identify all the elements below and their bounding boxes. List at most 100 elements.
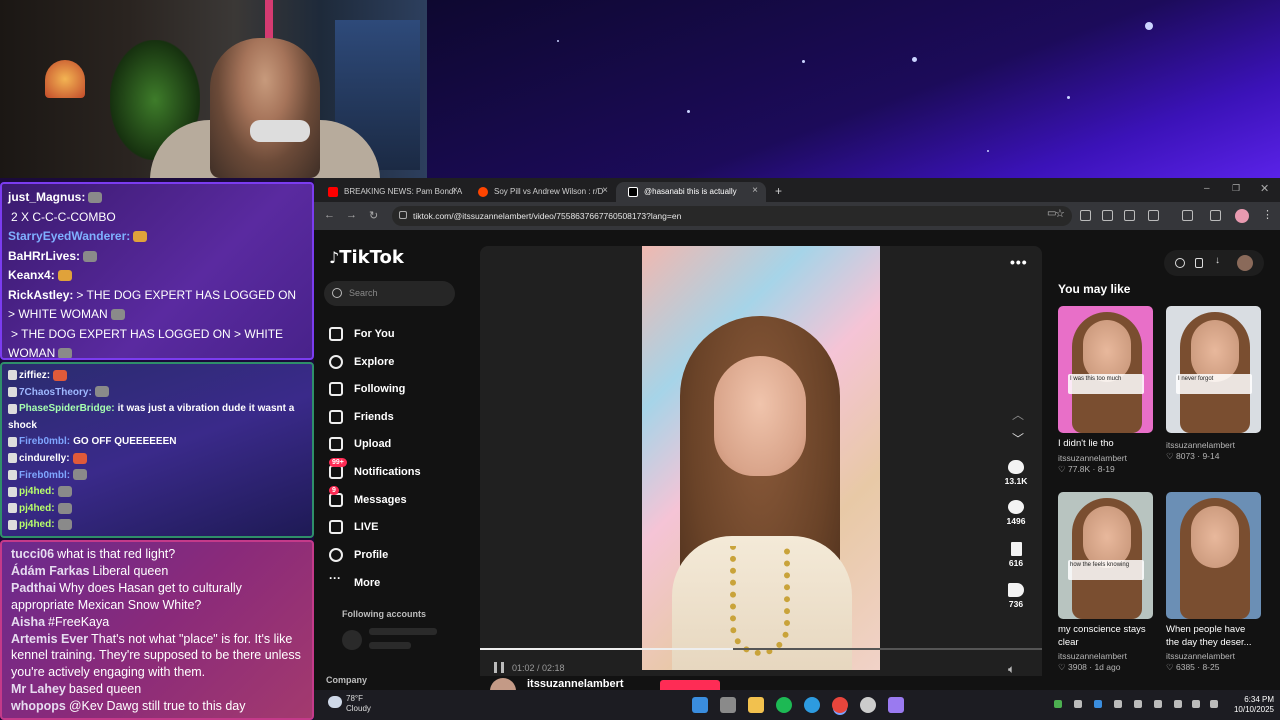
card-title[interactable]: my conscience stays clear: [1058, 624, 1153, 649]
back-icon[interactable]: ←: [324, 209, 335, 221]
tray-icon[interactable]: [1154, 700, 1162, 708]
start-windows-icon[interactable]: [692, 697, 708, 713]
nav-item-upload[interactable]: Upload: [329, 435, 391, 455]
nav-item-explore[interactable]: Explore: [329, 353, 394, 373]
restore-icon[interactable]: ❐: [1232, 183, 1240, 194]
chat-username[interactable]: 7ChaosTheory:: [19, 387, 92, 398]
video-thumbnail[interactable]: [1166, 492, 1261, 619]
video-card[interactable]: I was this too much I didn't lie tho itssu…: [1058, 306, 1153, 475]
search-input[interactable]: Search: [324, 281, 455, 306]
nav-item-for-you[interactable]: For You: [329, 325, 395, 345]
url-input[interactable]: tiktok.com/@itssuzannelambert/video/7558…: [392, 206, 1072, 226]
close-icon[interactable]: ×: [602, 185, 608, 196]
extension-icon[interactable]: [1080, 210, 1091, 221]
like-button[interactable]: 13.1K: [1000, 460, 1032, 486]
device-icon[interactable]: [1195, 258, 1203, 268]
share-button[interactable]: 736: [1000, 583, 1032, 609]
nav-item-messages[interactable]: 9 Messages: [329, 486, 407, 511]
tiktok-logo[interactable]: ♪TikTok: [329, 247, 404, 268]
more-options-icon[interactable]: •••: [1010, 254, 1028, 270]
tray-icon[interactable]: [1114, 700, 1122, 708]
chrome-icon[interactable]: [832, 697, 848, 713]
chat-username[interactable]: RickAstley:: [8, 288, 73, 302]
network-icon[interactable]: [1192, 700, 1200, 708]
chat-username[interactable]: Fireb0mbl:: [19, 436, 70, 447]
chat-username[interactable]: cindurelly:: [19, 453, 70, 464]
menu-kebab-icon[interactable]: ⋮: [1262, 208, 1273, 221]
extension-icon[interactable]: [1124, 210, 1135, 221]
chevron-up-icon[interactable]: ︿: [1012, 406, 1024, 423]
extension-icon[interactable]: [1102, 210, 1113, 221]
spotify-icon[interactable]: [776, 697, 792, 713]
new-tab-button[interactable]: +: [769, 182, 789, 202]
tab-tiktok[interactable]: @hasanabi this is actually ×: [616, 182, 766, 202]
chat-username[interactable]: Padthai: [11, 581, 56, 595]
chat-username[interactable]: whopops: [11, 699, 66, 713]
author-name[interactable]: itssuzannelambert: [527, 678, 624, 690]
card-title[interactable]: When people have the day they deser...: [1166, 624, 1261, 649]
chat-username[interactable]: pj4hed:: [19, 503, 55, 514]
nav-item-live[interactable]: LIVE: [329, 518, 378, 538]
speaker-icon[interactable]: [1210, 700, 1218, 708]
chat-username[interactable]: tucci06: [11, 547, 54, 561]
download-icon[interactable]: ↓: [1215, 255, 1225, 266]
card-title[interactable]: I didn't lie tho: [1058, 438, 1153, 451]
forward-icon[interactable]: →: [346, 209, 357, 221]
nav-item-more[interactable]: ··· More: [329, 571, 380, 594]
task-view-icon[interactable]: [720, 697, 736, 713]
card-author[interactable]: itssuzannelambert: [1058, 453, 1153, 463]
video-card[interactable]: I never forgot itssuzannelambert ♡ 8073 · …: [1166, 306, 1261, 462]
close-icon[interactable]: ×: [452, 185, 458, 196]
video-frame[interactable]: [642, 246, 880, 670]
profile-avatar[interactable]: [1235, 209, 1249, 223]
video-thumbnail[interactable]: I was this too much: [1058, 306, 1153, 433]
chat-username[interactable]: Aisha: [11, 615, 45, 629]
video-card[interactable]: how the feels knowing my conscience stays…: [1058, 492, 1153, 673]
pause-icon[interactable]: [494, 662, 504, 673]
tray-icon[interactable]: [1134, 700, 1142, 708]
tray-icon[interactable]: [1174, 700, 1182, 708]
video-thumbnail[interactable]: I never forgot: [1166, 306, 1261, 433]
tray-icon[interactable]: [1094, 700, 1102, 708]
tray-icon[interactable]: [1074, 700, 1082, 708]
nav-item-friends[interactable]: Friends: [329, 408, 394, 428]
chat-username[interactable]: Fireb0mbl:: [19, 470, 70, 481]
minimize-icon[interactable]: –: [1204, 183, 1210, 194]
weather-widget[interactable]: 78°F Cloudy: [328, 694, 371, 714]
video-card[interactable]: When people have the day they deser... it…: [1166, 492, 1261, 673]
chat-username[interactable]: 42thugger2:: [19, 536, 76, 537]
company-footer[interactable]: Company: [326, 675, 367, 685]
chat-username[interactable]: StarryEyedWanderer:: [8, 229, 130, 243]
chat-username[interactable]: Keanx4:: [8, 268, 55, 282]
sidebar-icon[interactable]: [1182, 210, 1193, 221]
follow-button[interactable]: [660, 680, 720, 690]
chevron-down-icon[interactable]: ﹀: [1012, 430, 1024, 447]
tab-youtube[interactable]: BREAKING NEWS: Pam Bondi A ×: [316, 182, 466, 202]
card-author[interactable]: itssuzannelambert: [1166, 440, 1261, 450]
obs-icon[interactable]: [860, 697, 876, 713]
window-close-icon[interactable]: ✕: [1260, 182, 1269, 195]
volume-icon[interactable]: 🔈︎: [1008, 662, 1015, 677]
chat-username[interactable]: ziffiez:: [19, 370, 50, 381]
chat-username[interactable]: PhaseSpiderBridge:: [19, 403, 115, 414]
card-author[interactable]: itssuzannelambert: [1166, 651, 1261, 661]
video-progress-bar[interactable]: [480, 648, 1042, 650]
comment-button[interactable]: 1496: [1000, 500, 1032, 526]
site-info-icon[interactable]: [399, 211, 407, 219]
user-avatar[interactable]: [1237, 255, 1253, 271]
close-icon[interactable]: ×: [752, 185, 758, 196]
tab-reddit[interactable]: Soy Pill vs Andrew Wilson : r/D ×: [466, 182, 616, 202]
chat-username[interactable]: pj4hed:: [19, 486, 55, 497]
nav-item-notifications[interactable]: 99+ Notifications: [329, 458, 421, 483]
bookmark-star-icon[interactable]: ☆: [1055, 207, 1065, 220]
video-thumbnail[interactable]: how the feels knowing: [1058, 492, 1153, 619]
clock[interactable]: 6:34 PM 10/10/2025: [1226, 695, 1274, 715]
chat-username[interactable]: just_Magnus:: [8, 190, 85, 204]
nav-item-following[interactable]: Following: [329, 380, 405, 400]
chat-username[interactable]: Mr Lahey: [11, 682, 66, 696]
compass-icon[interactable]: [1175, 258, 1185, 268]
author-avatar[interactable]: [490, 678, 516, 690]
save-button[interactable]: 616: [1000, 542, 1032, 568]
media-control-icon[interactable]: [1210, 210, 1221, 221]
chat-username[interactable]: Ádám Farkas: [11, 564, 90, 578]
